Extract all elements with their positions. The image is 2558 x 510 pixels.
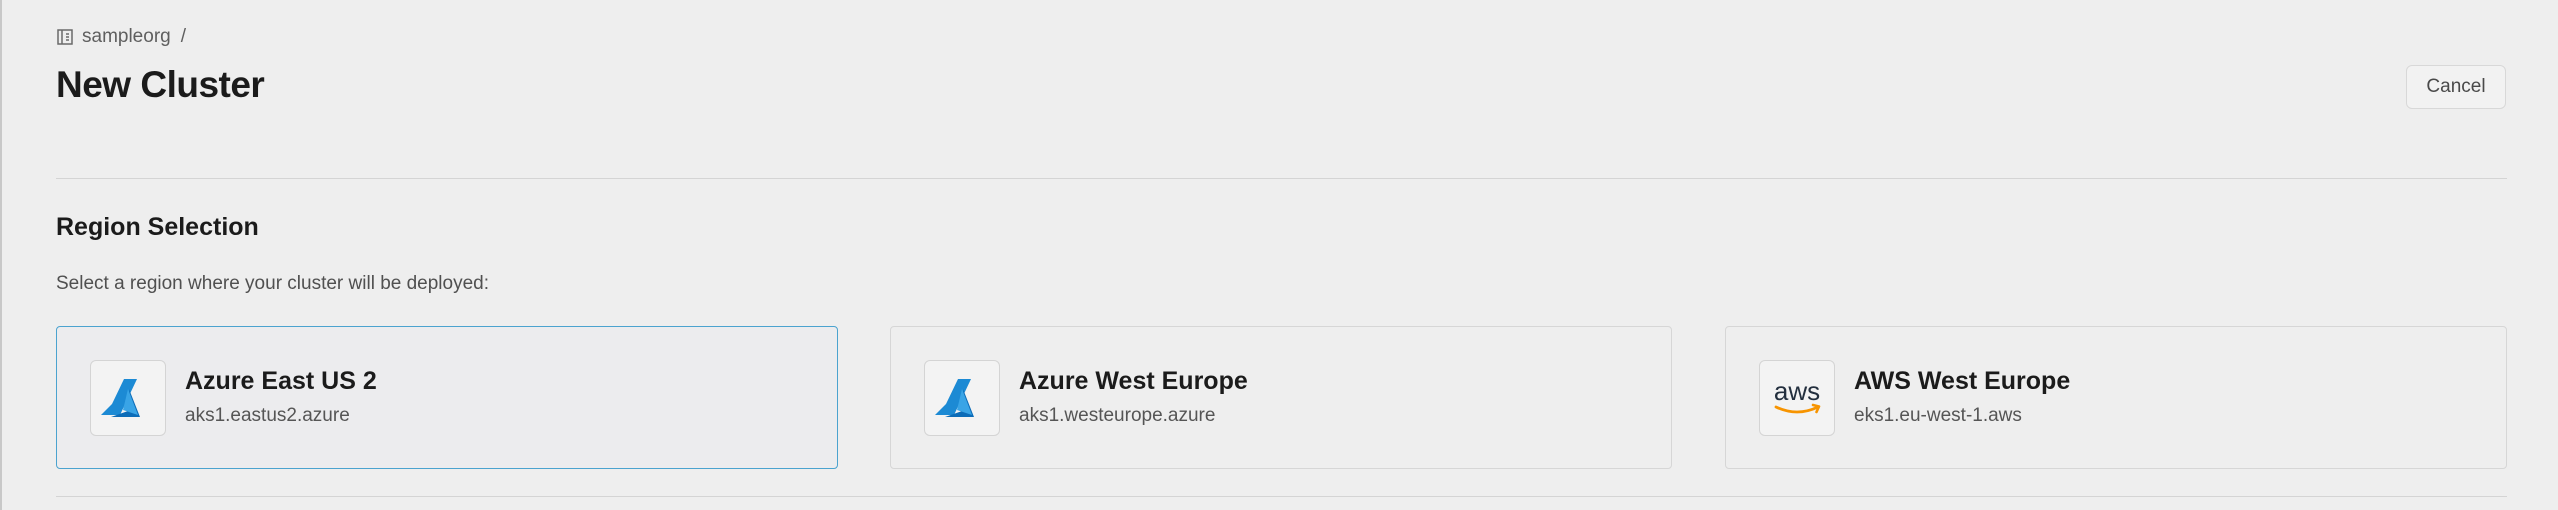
aws-logo-text: aws [1774,376,1820,406]
breadcrumb-separator: / [180,26,186,47]
region-name: Azure West Europe [1019,367,1248,395]
breadcrumb: sampleorg / [56,26,186,48]
aws-logo-icon: aws [1759,360,1835,436]
section-title: Region Selection [56,213,259,241]
cancel-button[interactable]: Cancel [2406,65,2506,109]
region-name: AWS West Europe [1854,367,2071,395]
page-title: New Cluster [56,64,265,105]
region-card-aws-west-europe[interactable]: aws AWS West Europe eks1.eu-west-1.aws [1725,326,2507,469]
header-divider [56,178,2507,179]
region-name: Azure East US 2 [185,367,377,395]
section-divider [56,496,2507,497]
region-card-azure-west-europe[interactable]: Azure West Europe aks1.westeurope.azure [890,326,1672,469]
region-host: eks1.eu-west-1.aws [1854,405,2022,426]
breadcrumb-org-link[interactable]: sampleorg [82,26,171,48]
region-host: aks1.eastus2.azure [185,405,350,426]
building-icon [56,28,74,46]
azure-logo-icon [90,360,166,436]
region-host: aks1.westeurope.azure [1019,405,1216,426]
region-card-azure-east-us-2[interactable]: Azure East US 2 aks1.eastus2.azure [56,326,838,469]
azure-logo-icon [924,360,1000,436]
section-description: Select a region where your cluster will … [56,273,490,294]
